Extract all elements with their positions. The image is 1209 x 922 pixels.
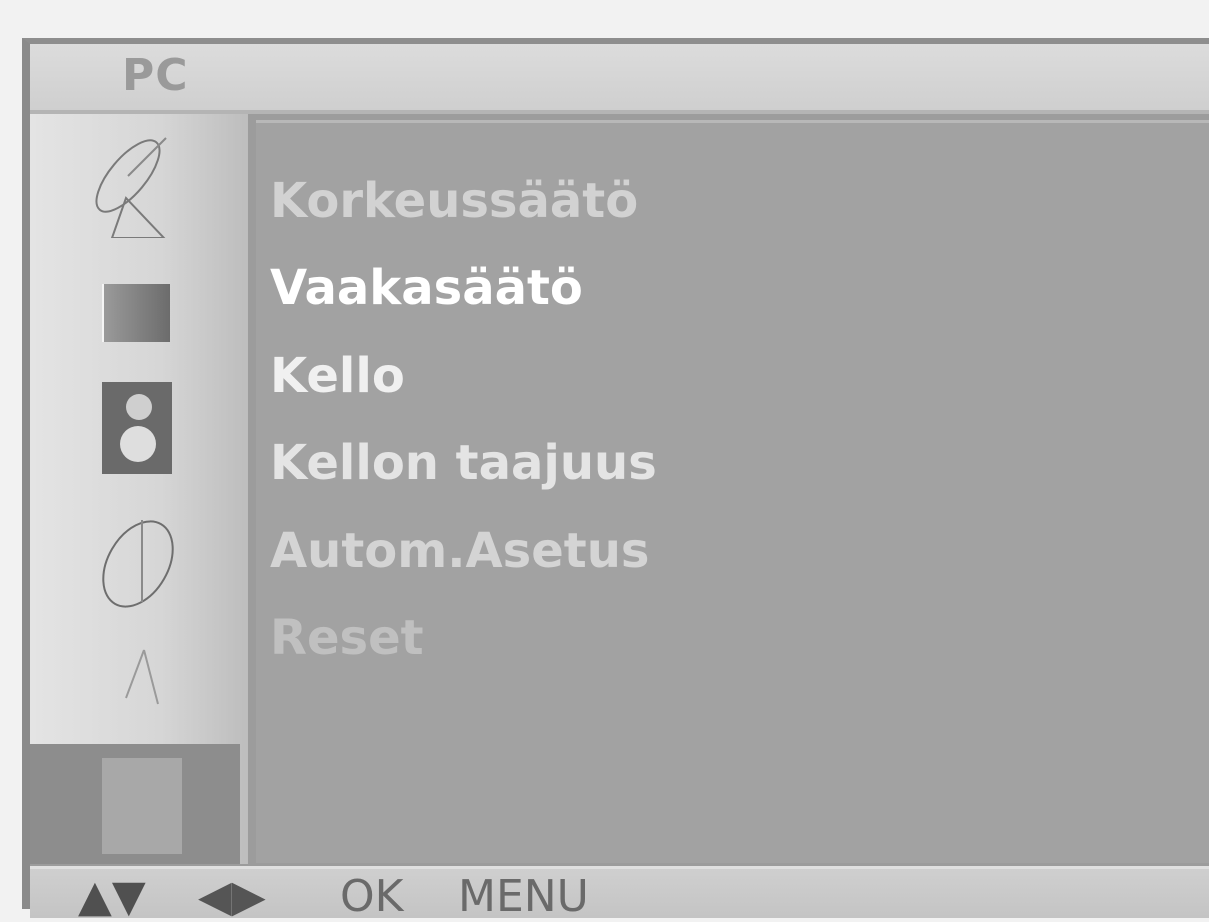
sidebar	[30, 114, 248, 864]
left-right-arrows-icon: ◀▶	[198, 871, 266, 922]
menu-item-kellon-taajuus[interactable]: Kellon taajuus	[270, 435, 657, 491]
menu-panel: Korkeussäätö Vaakasäätö Kello Kellon taa…	[256, 120, 1209, 863]
menu-item-reset[interactable]: Reset	[270, 610, 424, 666]
tools-icon[interactable]	[114, 644, 174, 714]
clock-icon[interactable]	[90, 514, 190, 614]
page-title: PC	[122, 50, 189, 101]
menu-item-korkeussaato[interactable]: Korkeussäätö	[270, 173, 638, 229]
menu-hint: MENU	[458, 871, 589, 922]
sidebar-item-pc[interactable]	[30, 744, 240, 864]
picture-icon[interactable]	[102, 284, 170, 342]
menu-item-autom-asetus[interactable]: Autom.Asetus	[270, 523, 649, 579]
menu-item-kello[interactable]: Kello	[270, 348, 405, 404]
speaker-icon[interactable]	[102, 382, 172, 474]
title-bar: PC	[30, 44, 1209, 114]
up-down-arrows-icon: ▲▼	[78, 871, 146, 922]
pc-icon	[102, 758, 182, 854]
bottom-bar: ▲▼ ◀▶ OK MENU	[30, 866, 1209, 922]
ok-hint: OK	[340, 871, 404, 922]
satellite-dish-icon[interactable]	[86, 128, 186, 238]
menu-item-vaakasaato[interactable]: Vaakasäätö	[270, 260, 583, 316]
osd-window: PC Korkeussäätö Vaakasäätö Kello Kellon …	[22, 38, 1209, 922]
